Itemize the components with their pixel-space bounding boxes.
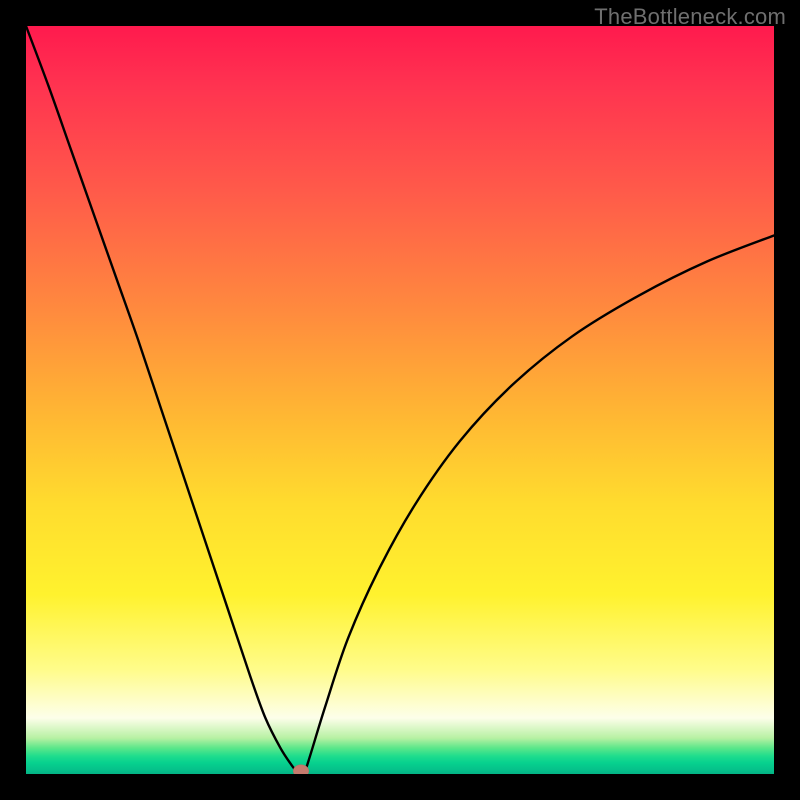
bottleneck-curve-path	[26, 26, 774, 774]
outer-frame: TheBottleneck.com	[0, 0, 800, 800]
optimal-point-marker	[293, 765, 309, 775]
watermark-text: TheBottleneck.com	[594, 4, 786, 30]
chart-area	[26, 26, 774, 774]
curve-svg	[26, 26, 774, 774]
